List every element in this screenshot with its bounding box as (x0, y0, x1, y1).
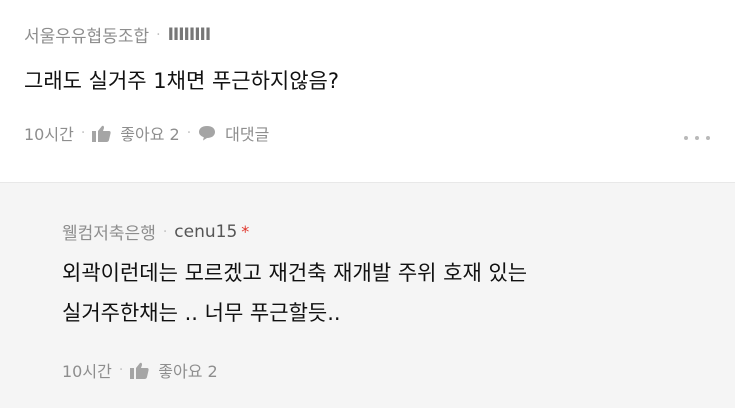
comment-author[interactable]: 서울우유협동조합 (24, 22, 149, 47)
reply-meta: 웰컴저축은행 · cenu15 * (62, 219, 250, 245)
author-badge: * (241, 222, 250, 241)
separator-dot: · (80, 125, 86, 141)
reply-time: 10시간 (62, 362, 112, 381)
reply-actions: 10시간 · 좋아요 2 (62, 358, 218, 382)
reply-like-button[interactable]: 좋아요 2 (130, 358, 218, 382)
speech-bubble-icon (198, 125, 216, 141)
reply-text-line-1: 외곽이런데는 모르겠고 재건축 재개발 주위 호재 있는 (62, 261, 528, 285)
thumbs-up-icon (92, 125, 111, 142)
comment-actions: 10시간 · 좋아요 2 · 대댓글 (24, 121, 269, 145)
thumbs-up-icon (130, 362, 149, 379)
comment-reply-button[interactable]: 대댓글 (198, 121, 269, 145)
comment-like-button[interactable]: 좋아요 2 (92, 121, 180, 145)
reply-like-label: 좋아요 2 (158, 362, 218, 381)
comment-meta: 서울우유협동조합 · IIIIIIII (24, 22, 212, 48)
more-options-icon[interactable] (682, 130, 712, 146)
separator-dot: · (118, 362, 124, 378)
reply-user-id[interactable]: cenu15 (174, 222, 237, 242)
separator-dot: · (156, 26, 161, 43)
comment-card: 서울우유협동조합 · IIIIIIII 그래도 실거주 1채면 푸근하지않음? … (0, 0, 735, 183)
comment-reply-label: 대댓글 (225, 125, 270, 144)
separator-dot: · (186, 125, 192, 141)
comment-like-label: 좋아요 2 (120, 125, 180, 144)
comment-masked-id: IIIIIIII (167, 24, 212, 45)
reply-text-line-2: 실거주한채는 .. 너무 푸근할듯.. (62, 301, 341, 325)
comment-text: 그래도 실거주 1채면 푸근하지않음? (24, 69, 340, 93)
reply-author[interactable]: 웰컴저축은행 (62, 219, 156, 244)
comment-time: 10시간 (24, 125, 74, 144)
separator-dot: · (162, 223, 168, 240)
reply-card: 웰컴저축은행 · cenu15 * 외곽이런데는 모르겠고 재건축 재개발 주위… (0, 183, 735, 408)
